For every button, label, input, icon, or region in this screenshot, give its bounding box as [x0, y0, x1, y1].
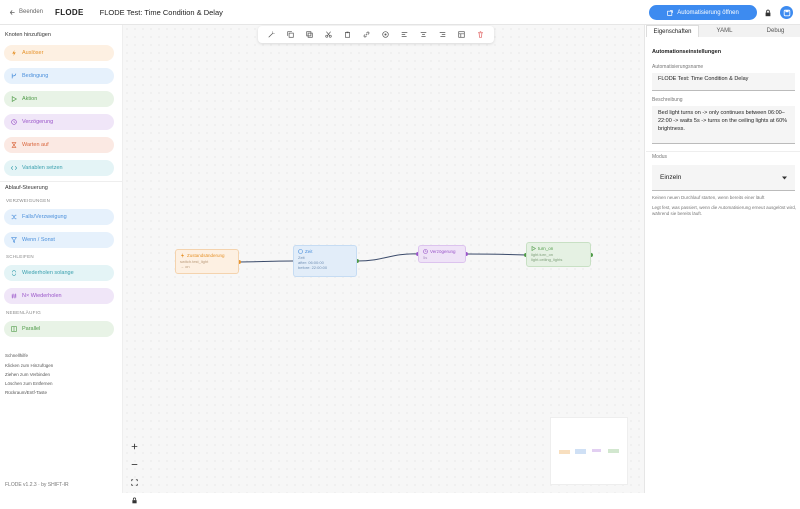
node-title: turn_on [538, 246, 554, 251]
minimap-node [559, 450, 570, 454]
node-title: Zeit [305, 249, 313, 254]
mode-select[interactable]: Einzeln [652, 165, 795, 191]
edge-trigger-condition [238, 260, 294, 263]
panel-divider [646, 151, 800, 152]
plus-icon [131, 443, 138, 450]
node-title: Verzögerung [430, 249, 456, 254]
condition-node[interactable]: Zeit Zeit after: 06:00:00 before: 22:00:… [293, 245, 357, 277]
zoom-out-button[interactable] [131, 455, 138, 473]
delay-node[interactable]: Verzögerung 5s [418, 245, 466, 263]
edge-condition-delay [356, 253, 419, 262]
minimap-node [575, 449, 586, 454]
node-detail: 5s [423, 255, 428, 260]
caret-down-icon [782, 176, 787, 179]
clock-icon [423, 249, 428, 254]
play-icon [531, 246, 536, 251]
lock-icon [132, 497, 137, 504]
edge-delay-action [465, 253, 527, 256]
minimap-node [608, 449, 619, 453]
minimap-nodes [559, 449, 619, 454]
zoom-in-button[interactable] [131, 437, 138, 455]
properties-panel: Eigenschaften YAML Debug Automationseins… [644, 25, 800, 493]
fullscreen-icon [131, 479, 138, 486]
minimap-node [592, 449, 601, 452]
mode-help-text: Keinen neuen Durchlauf starten, wenn ber… [652, 195, 765, 200]
mode-value: Einzeln [660, 174, 682, 181]
lock-canvas-button[interactable] [131, 491, 138, 509]
lightning-icon [181, 253, 184, 258]
tab-properties[interactable]: Eigenschaften [646, 25, 699, 37]
settings-title: Automationseinstellungen [652, 49, 722, 55]
panel-tabs: Eigenschaften YAML Debug [646, 25, 800, 37]
automation-name-input[interactable]: FLODE Test: Time Condition & Delay [652, 73, 795, 91]
description-textarea[interactable]: Bed light turns on -> only continues bet… [652, 106, 795, 144]
mode-label: Modus [652, 154, 668, 160]
minus-icon [131, 464, 138, 465]
fit-view-button[interactable] [131, 473, 138, 491]
node-detail: before: 22:00:00 [298, 265, 328, 270]
description-label: Beschreibung [652, 97, 683, 103]
minimap[interactable] [550, 417, 628, 485]
trigger-node[interactable]: Zustandsänderung switch.test_light → on [175, 249, 239, 274]
tab-yaml[interactable]: YAML [699, 25, 750, 37]
tab-debug[interactable]: Debug [750, 25, 800, 37]
clock-icon [298, 249, 303, 254]
zoom-controls [128, 437, 141, 504]
node-detail: → on [180, 264, 190, 269]
node-title: Zustandsänderung [187, 253, 225, 258]
node-detail: light.ceiling_lights [531, 257, 563, 262]
action-node[interactable]: turn_on light.turn_on light.ceiling_ligh… [526, 242, 591, 267]
name-label: Automatisierungsname [652, 64, 704, 70]
mode-help-detail: Legt fest, was passiert, wenn die Automa… [652, 205, 797, 216]
